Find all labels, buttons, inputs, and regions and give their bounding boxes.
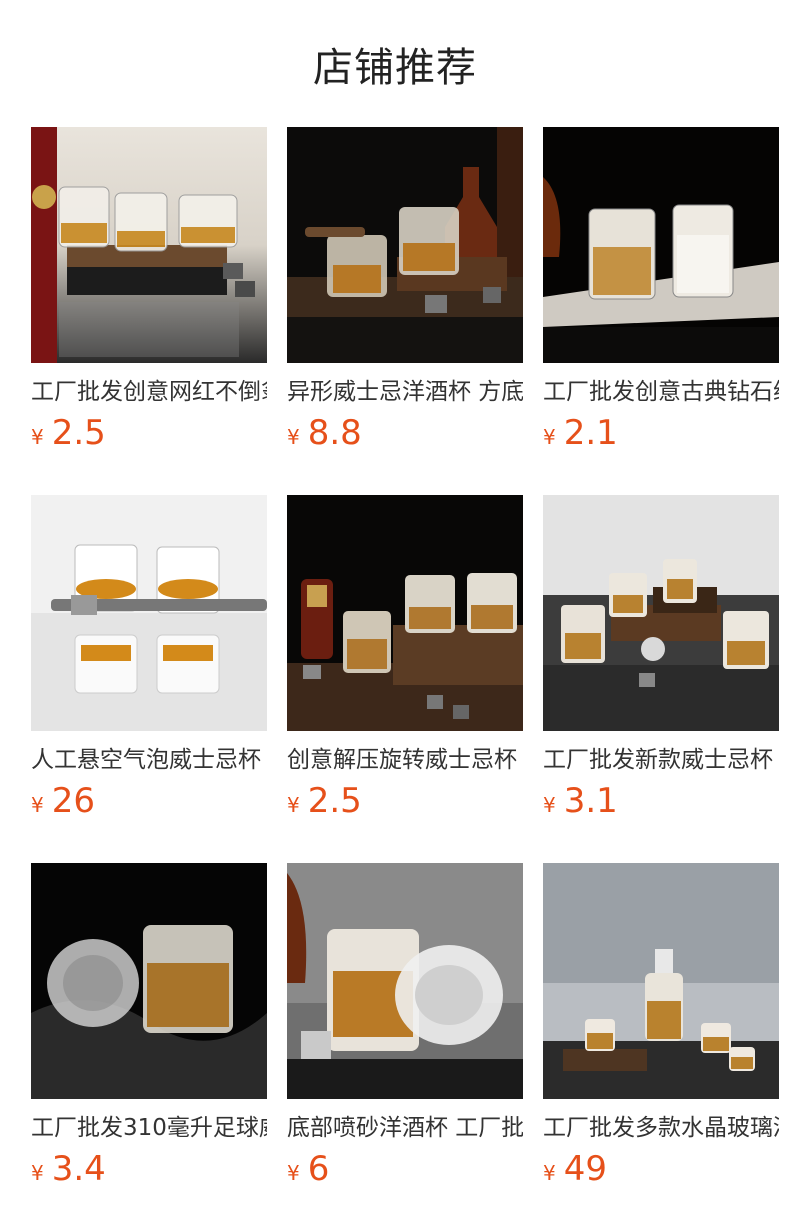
- product-card[interactable]: 异形威士忌洋酒杯 方底雪茄杯 ¥ 8.8: [287, 127, 523, 453]
- product-card[interactable]: 工厂批发多款水晶玻璃酒具套装 ¥ 49: [543, 863, 779, 1189]
- product-image[interactable]: [543, 495, 779, 731]
- product-image[interactable]: [31, 127, 267, 363]
- product-title[interactable]: 人工悬空气泡威士忌杯: [31, 745, 267, 775]
- product-price: ¥ 3.4: [31, 1149, 267, 1189]
- product-grid: 工厂批发创意网红不倒翁威士忌杯 ¥ 2.5 异: [0, 127, 790, 1189]
- price-value: 3.4: [51, 1149, 106, 1189]
- currency-symbol: ¥: [543, 425, 556, 449]
- price-value: 2.5: [51, 413, 106, 453]
- product-card[interactable]: 创意解压旋转威士忌杯 ¥ 2.5: [287, 495, 523, 821]
- currency-symbol: ¥: [543, 793, 556, 817]
- price-value: 2.5: [307, 781, 362, 821]
- product-title[interactable]: 工厂批发创意网红不倒翁威士忌杯: [31, 377, 267, 407]
- currency-symbol: ¥: [31, 425, 44, 449]
- currency-symbol: ¥: [543, 1161, 556, 1185]
- product-price: ¥ 3.1: [543, 781, 779, 821]
- product-image[interactable]: [31, 863, 267, 1099]
- price-value: 3.1: [563, 781, 618, 821]
- product-price: ¥ 2.5: [287, 781, 523, 821]
- page-header: 店铺推荐: [0, 0, 790, 127]
- price-value: 2.1: [563, 413, 618, 453]
- product-image[interactable]: [287, 495, 523, 731]
- product-image[interactable]: [543, 863, 779, 1099]
- product-title[interactable]: 工厂批发310毫升足球威士忌杯: [31, 1113, 267, 1143]
- product-title[interactable]: 底部喷砂洋酒杯 工厂批发: [287, 1113, 523, 1143]
- product-title[interactable]: 创意解压旋转威士忌杯: [287, 745, 523, 775]
- currency-symbol: ¥: [31, 793, 44, 817]
- price-value: 6: [307, 1149, 330, 1189]
- page-title: 店铺推荐: [313, 44, 477, 91]
- product-card[interactable]: 底部喷砂洋酒杯 工厂批发 ¥ 6: [287, 863, 523, 1189]
- product-card[interactable]: 人工悬空气泡威士忌杯 ¥ 26: [31, 495, 267, 821]
- price-value: 8.8: [307, 413, 362, 453]
- product-card[interactable]: 工厂批发创意网红不倒翁威士忌杯 ¥ 2.5: [31, 127, 267, 453]
- currency-symbol: ¥: [31, 1161, 44, 1185]
- product-image[interactable]: [287, 863, 523, 1099]
- currency-symbol: ¥: [287, 425, 300, 449]
- product-title[interactable]: 异形威士忌洋酒杯 方底雪茄杯: [287, 377, 523, 407]
- product-image[interactable]: [543, 127, 779, 363]
- product-card[interactable]: 工厂批发新款威士忌杯 ¥ 3.1: [543, 495, 779, 821]
- product-price: ¥ 49: [543, 1149, 779, 1189]
- product-card[interactable]: 工厂批发创意古典钻石纹威士忌杯 ¥ 2.1: [543, 127, 779, 453]
- product-title[interactable]: 工厂批发多款水晶玻璃酒具套装: [543, 1113, 779, 1143]
- product-title[interactable]: 工厂批发新款威士忌杯: [543, 745, 779, 775]
- price-value: 49: [563, 1149, 607, 1189]
- product-price: ¥ 8.8: [287, 413, 523, 453]
- product-image[interactable]: [31, 495, 267, 731]
- product-price: ¥ 6: [287, 1149, 523, 1189]
- product-price: ¥ 2.5: [31, 413, 267, 453]
- product-price: ¥ 2.1: [543, 413, 779, 453]
- price-value: 26: [51, 781, 95, 821]
- currency-symbol: ¥: [287, 793, 300, 817]
- product-card[interactable]: 工厂批发310毫升足球威士忌杯 ¥ 3.4: [31, 863, 267, 1189]
- currency-symbol: ¥: [287, 1161, 300, 1185]
- product-image[interactable]: [287, 127, 523, 363]
- product-price: ¥ 26: [31, 781, 267, 821]
- product-title[interactable]: 工厂批发创意古典钻石纹威士忌杯: [543, 377, 779, 407]
